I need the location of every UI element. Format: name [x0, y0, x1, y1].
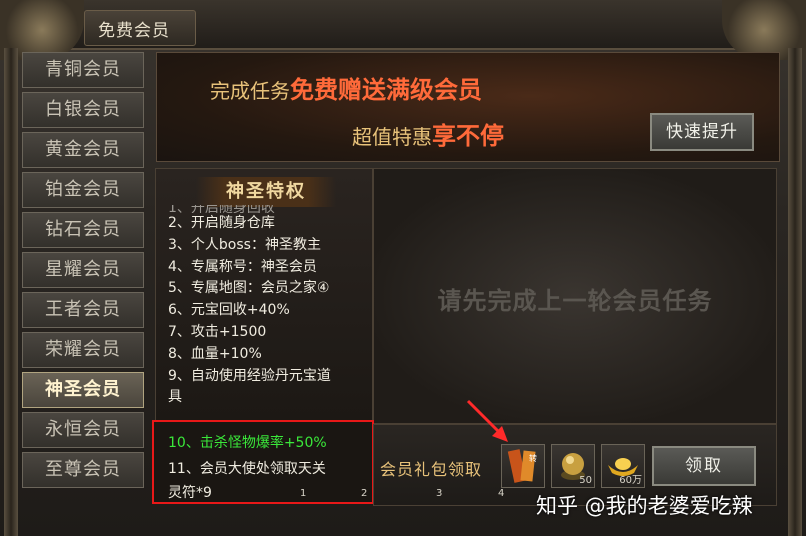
- watermark: 知乎 @我的老婆爱吃辣: [536, 494, 753, 518]
- locked-task-panel: 请先完成上一轮会员任务: [373, 168, 777, 424]
- annotation-number: 4: [498, 488, 505, 499]
- banner-line-1-highlight: 免费赠送满级会员: [290, 75, 482, 104]
- tier-king[interactable]: 王者会员: [22, 292, 144, 328]
- privileges-panel[interactable]: 神圣特权 1、开启随身回收 2、开启随身仓库 3、个人boss：神圣教主 4、专…: [155, 168, 373, 424]
- banner-line-2-highlight: 享不停: [432, 121, 504, 150]
- tier-gold[interactable]: 黄金会员: [22, 132, 144, 168]
- game-window: 免费会员 青铜会员 白银会员 黄金会员 铂金会员 钻石会员 星耀会员 王者会员 …: [0, 0, 806, 536]
- tier-glory[interactable]: 荣耀会员: [22, 332, 144, 368]
- tier-eternal[interactable]: 永恒会员: [22, 412, 144, 448]
- privilege-item: 具: [168, 389, 182, 406]
- highlighted-privilege-drop-rate: 10、击杀怪物爆率+50%: [168, 435, 327, 451]
- right-pillar: [788, 48, 802, 536]
- reward-slot-2[interactable]: 50: [551, 444, 595, 488]
- banner-line-1: 完成任务免费赠送满级会员: [210, 70, 482, 105]
- privileges-list: 1、开启随身回收 2、开启随身仓库 3、个人boss：神圣教主 4、专属称号：神…: [168, 205, 364, 409]
- privilege-item-11-line-2: 灵符*9: [168, 485, 212, 501]
- privilege-item: 4、专属称号：神圣会员: [168, 258, 317, 275]
- banner-line-2: 超值特惠享不停: [352, 116, 504, 151]
- claim-button[interactable]: 领取: [652, 446, 756, 486]
- highlighted-privilege-box: 10、击杀怪物爆率+50% 11、会员大使处领取天关 灵符*9: [152, 420, 374, 504]
- tier-silver[interactable]: 白银会员: [22, 92, 144, 128]
- tier-holy[interactable]: 神圣会员: [22, 372, 144, 408]
- membership-tier-list: 青铜会员 白银会员 黄金会员 铂金会员 钻石会员 星耀会员 王者会员 荣耀会员 …: [22, 52, 148, 492]
- privilege-item: 8、血量+10%: [168, 345, 262, 362]
- privilege-item: 7、攻击+1500: [168, 323, 267, 340]
- svg-text:转: 转: [529, 453, 537, 463]
- window-title: 免费会员: [98, 21, 170, 41]
- reward-count: 50: [579, 475, 592, 486]
- quick-upgrade-button[interactable]: 快速提升: [650, 113, 754, 151]
- annotation-number: 2: [361, 488, 368, 499]
- gift-label: 会员礼包领取: [380, 460, 483, 479]
- privileges-title: 神圣特权: [196, 177, 336, 207]
- privilege-item: 1、开启随身回收: [168, 205, 275, 213]
- reward-slot-1[interactable]: 转: [501, 444, 545, 488]
- privilege-item: 3、个人boss：神圣教主: [168, 236, 321, 253]
- privilege-item: 6、元宝回收+40%: [168, 302, 290, 319]
- reward-count: 60万: [619, 475, 642, 486]
- annotation-number: 1: [300, 488, 307, 499]
- left-pillar: [4, 48, 18, 536]
- banner-line-2-prefix: 超值特惠: [352, 125, 432, 149]
- privilege-item: 5、专属地图：会员之家④: [168, 280, 330, 297]
- tier-supreme[interactable]: 至尊会员: [22, 452, 144, 488]
- tier-bronze[interactable]: 青铜会员: [22, 52, 144, 88]
- tier-diamond[interactable]: 钻石会员: [22, 212, 144, 248]
- privilege-item: 2、开启随身仓库: [168, 215, 275, 231]
- reward-slot-3[interactable]: 60万: [601, 444, 645, 488]
- banner-line-1-prefix: 完成任务: [210, 79, 290, 103]
- privilege-item-11-line-1: 11、会员大使处领取天关: [168, 461, 326, 477]
- privilege-item: 9、自动使用经验丹元宝道: [168, 367, 331, 384]
- annotation-number: 3: [436, 488, 443, 499]
- red-arrow-icon: [466, 399, 508, 442]
- tier-platinum[interactable]: 铂金会员: [22, 172, 144, 208]
- tier-star[interactable]: 星耀会员: [22, 252, 144, 288]
- sword-scroll-icon: 转: [507, 449, 537, 483]
- locked-message: 请先完成上一轮会员任务: [437, 287, 713, 315]
